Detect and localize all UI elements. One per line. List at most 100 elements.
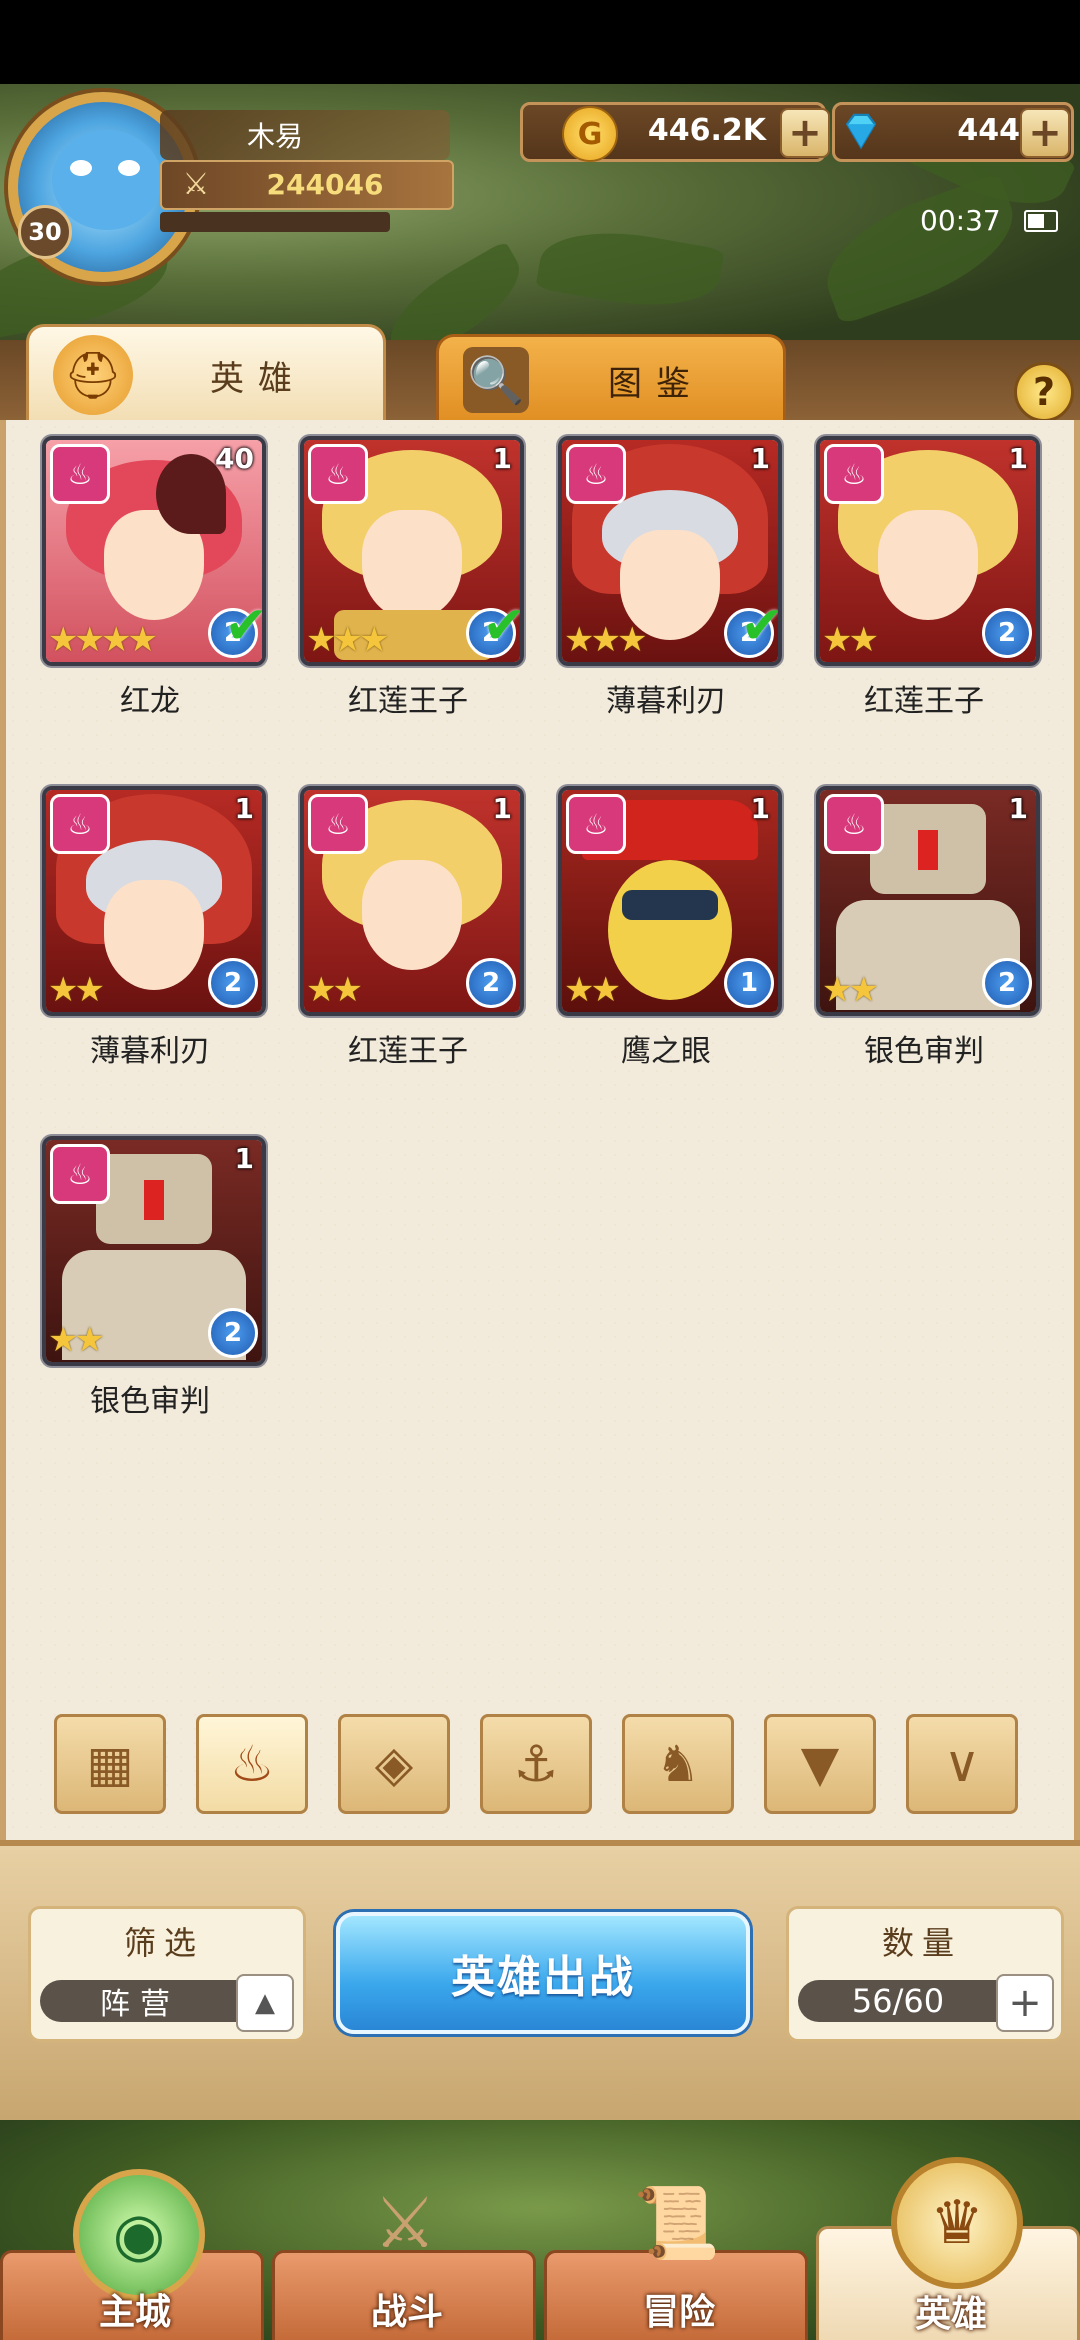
hero-level: 1 (492, 792, 512, 825)
hero-card[interactable]: ♨ 1 ★★ 2 (816, 436, 1040, 666)
castle-icon: ◉ (73, 2169, 205, 2301)
hero-level: 1 (492, 442, 512, 475)
hero-card[interactable]: ♨ 1 ★★ 1 (558, 786, 782, 1016)
wing-faction-icon: ∨ (943, 1735, 981, 1793)
hero-stars: ★★★ (306, 620, 389, 660)
hero-stars: ★★★★ (48, 620, 158, 660)
knight-helmet-icon: ⛑ (53, 335, 133, 415)
tab-heroes-label: 英雄 (210, 358, 306, 399)
hero-level: 1 (1008, 442, 1028, 475)
filter-anchor-button[interactable]: ⚓ (480, 1714, 592, 1814)
power-bar (160, 212, 390, 232)
player-level-badge: 30 (18, 205, 72, 259)
diamond-faction-icon: ◈ (374, 1735, 414, 1793)
hero-rank-badge: 2 (982, 608, 1032, 658)
status-bar (0, 0, 1080, 84)
camp-filter-value: 阵营 (100, 1987, 180, 2022)
magnifier-icon: 🔍 (463, 347, 529, 413)
plus-icon: + (1008, 1980, 1042, 2026)
hero-name: 薄暮利刃 (90, 1034, 210, 1069)
filter-demon-button[interactable]: ▼ (764, 1714, 876, 1814)
hero-level: 40 (215, 442, 254, 475)
nav-label: 战斗 (370, 2292, 443, 2333)
hero-rank-badge: 2 (208, 1308, 258, 1358)
grid-icon: ▦ (86, 1735, 134, 1793)
chevron-up-icon: ▲ (255, 1988, 275, 2018)
nav-label: 主城 (98, 2292, 171, 2333)
player-name: 木易 (246, 120, 303, 153)
hero-level: 1 (750, 792, 770, 825)
hero-level: 1 (750, 442, 770, 475)
hero-rank-badge: 2 (982, 958, 1032, 1008)
faction-icon: ♨ (308, 794, 368, 854)
hero-name: 红莲王子 (348, 684, 468, 719)
faction-icon: ♨ (566, 794, 626, 854)
tab-atlas[interactable]: 🔍 图鉴 (436, 334, 786, 423)
clock: 00:37 (920, 203, 1001, 237)
faction-icon: ♨ (824, 794, 884, 854)
demon-faction-icon: ▼ (800, 1735, 840, 1793)
deployed-check-icon: ✔ (482, 596, 524, 656)
hero-name: 银色审判 (864, 1034, 984, 1069)
crossed-swords-icon: ⚔ (373, 2182, 437, 2264)
flame-faction-icon: ♨ (229, 1735, 275, 1793)
filter-wing-button[interactable]: ∨ (906, 1714, 1018, 1814)
hero-card[interactable]: ♨ 1 ★★ 2 (300, 786, 524, 1016)
hero-stars: ★★ (306, 970, 363, 1010)
hero-level: 1 (234, 1142, 254, 1175)
deployed-check-icon: ✔ (740, 596, 782, 656)
combat-power: 244046 (266, 167, 384, 201)
diamond-icon (845, 113, 877, 150)
hero-card[interactable]: ♨ 1 ★★ 2 (42, 786, 266, 1016)
hero-name: 红莲王子 (864, 684, 984, 719)
faction-icon: ♨ (50, 794, 110, 854)
hero-card[interactable]: ♨ 40 ★★★★ 2 ✔ (42, 436, 266, 666)
faction-icon: ♨ (50, 444, 110, 504)
beast-faction-icon: ♞ (655, 1735, 701, 1793)
hero-stars: ★★ (564, 970, 621, 1010)
filter-title: 筛选 (123, 1924, 204, 1962)
hero-card[interactable]: ♨ 1 ★★★ 2 ✔ (558, 436, 782, 666)
nav-label: 英雄 (914, 2294, 987, 2335)
gold-amount: 446.2K (647, 112, 766, 148)
hero-card[interactable]: ♨ 1 ★★ 2 (42, 1136, 266, 1366)
expand-capacity-button[interactable]: + (996, 1974, 1054, 2032)
hero-rank-badge: 2 (466, 958, 516, 1008)
filter-beast-button[interactable]: ♞ (622, 1714, 734, 1814)
add-gems-button[interactable]: + (1020, 108, 1070, 158)
hero-stars: ★★ (48, 1320, 105, 1360)
hero-stars: ★★ (822, 970, 879, 1010)
nav-heroes[interactable]: ♛ 英雄 (816, 2157, 1080, 2340)
nav-main-city[interactable]: ◉ 主城 (0, 2169, 264, 2340)
tab-atlas-label: 图鉴 (608, 363, 704, 404)
hero-count-value: 56/60 (851, 1982, 945, 2020)
tab-heroes[interactable]: ⛑ 英雄 (26, 324, 386, 423)
gem-amount: 444 (957, 112, 1020, 148)
hero-name: 红莲王子 (348, 1034, 468, 1069)
hero-stars: ★★★ (564, 620, 647, 660)
filter-flame-button[interactable]: ♨ (196, 1714, 308, 1814)
deploy-heroes-button[interactable]: 英雄出战 (336, 1912, 750, 2034)
avatar-face (52, 130, 162, 230)
hero-stars: ★★ (48, 970, 105, 1010)
faction-icon: ♨ (50, 1144, 110, 1204)
faction-icon: ♨ (824, 444, 884, 504)
faction-icon: ♨ (308, 444, 368, 504)
hero-name: 鹰之眼 (621, 1034, 711, 1069)
battery-icon (1024, 210, 1058, 232)
deployed-check-icon: ✔ (224, 596, 266, 656)
filter-all-button[interactable]: ▦ (54, 1714, 166, 1814)
hero-card[interactable]: ♨ 1 ★★★ 2 ✔ (300, 436, 524, 666)
add-gold-button[interactable]: + (780, 108, 830, 158)
hero-crest-icon: ♛ (891, 2157, 1023, 2289)
hero-name: 银色审判 (90, 1384, 210, 1419)
filter-diamond-button[interactable]: ◈ (338, 1714, 450, 1814)
camp-filter-toggle[interactable]: ▲ (236, 1974, 294, 2032)
hero-stars: ★★ (822, 620, 879, 660)
hero-card[interactable]: ♨ 1 ★★ 2 (816, 786, 1040, 1016)
nav-battle[interactable]: ⚔ 战斗 (272, 2182, 536, 2340)
help-button[interactable]: ? (1014, 362, 1074, 422)
scroll-map-icon: 📜 (633, 2181, 721, 2264)
count-title: 数量 (881, 1924, 962, 1962)
nav-adventure[interactable]: 📜 冒险 (544, 2182, 808, 2340)
